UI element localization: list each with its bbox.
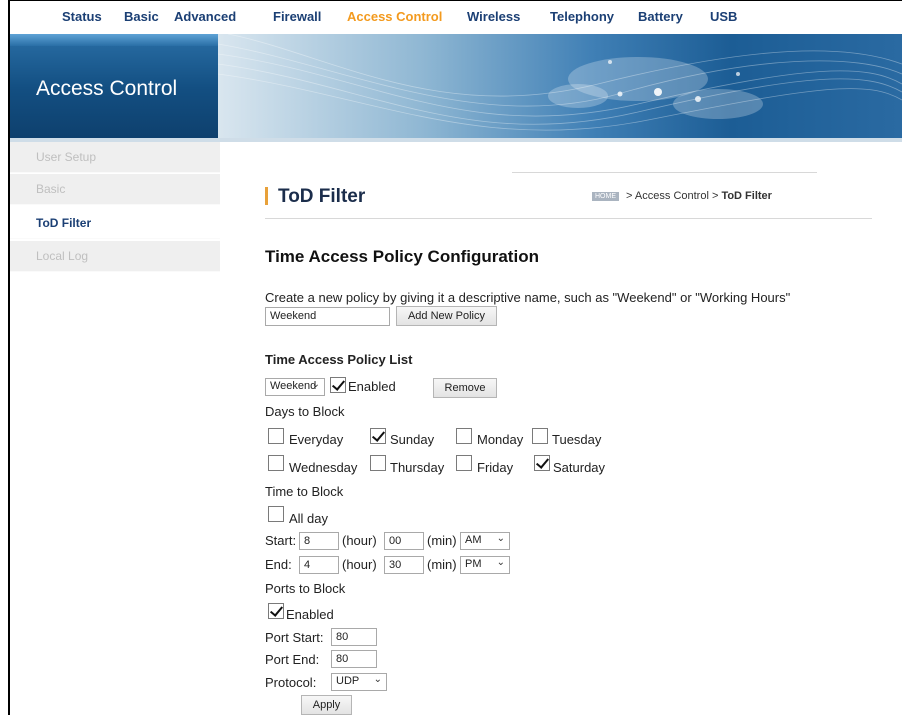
breadcrumb-divider: [512, 172, 817, 173]
day-sunday-checkbox[interactable]: [370, 428, 386, 444]
nav-battery[interactable]: Battery: [638, 9, 683, 24]
day-everyday-label: Everyday: [289, 432, 344, 447]
end-hour-input[interactable]: 4: [299, 556, 339, 574]
day-tuesday-label: Tuesday: [552, 432, 602, 447]
chevron-down-icon: ⌄: [311, 379, 320, 390]
breadcrumb: HOME > Access Control > ToD Filter: [592, 190, 772, 202]
sidebar-item-label: User Setup: [36, 150, 97, 164]
section-title: Time Access Policy Configuration: [265, 247, 539, 266]
title-divider: [265, 218, 872, 219]
banner-wave-graphic: [218, 34, 902, 131]
start-hour-unit: (hour): [342, 533, 377, 548]
top-nav: Status Basic Advanced Firewall Access Co…: [10, 1, 902, 34]
day-friday-checkbox[interactable]: [456, 455, 472, 471]
policy-description: Create a new policy by giving it a descr…: [265, 290, 791, 305]
day-saturday-checkbox[interactable]: [534, 455, 550, 471]
port-end-input[interactable]: 80: [331, 650, 377, 668]
sidebar: User Setup Basic ToD Filter Local Log: [10, 142, 220, 715]
policy-select[interactable]: Weekend ⌄: [265, 378, 325, 396]
day-friday-label: Friday: [477, 460, 514, 475]
policy-list-title: Time Access Policy List: [265, 352, 413, 367]
nav-telephony[interactable]: Telephony: [550, 9, 614, 24]
end-hour-unit: (hour): [342, 557, 377, 572]
breadcrumb-current: ToD Filter: [721, 190, 772, 202]
sidebar-item-basic[interactable]: Basic: [10, 174, 220, 205]
add-new-policy-button[interactable]: Add New Policy: [396, 306, 497, 326]
day-tuesday-checkbox[interactable]: [532, 428, 548, 444]
policy-name-input[interactable]: Weekend: [265, 307, 390, 326]
policy-enabled-label: Enabled: [348, 379, 396, 394]
banner-world-map-image: [218, 34, 902, 142]
end-min-input[interactable]: 30: [384, 556, 424, 574]
end-ampm-value: PM: [465, 558, 482, 570]
all-day-label: All day: [289, 511, 329, 526]
day-wednesday-checkbox[interactable]: [268, 455, 284, 471]
nav-access-control[interactable]: Access Control: [347, 9, 442, 24]
sidebar-item-local-log[interactable]: Local Log: [10, 241, 220, 272]
sidebar-item-label: ToD Filter: [36, 216, 92, 230]
protocol-label: Protocol:: [265, 675, 317, 690]
start-ampm-select[interactable]: AM ⌄: [460, 532, 510, 550]
nav-basic[interactable]: Basic: [124, 9, 159, 24]
start-time-label: Start:: [265, 533, 297, 548]
sidebar-item-label: Basic: [36, 182, 66, 196]
banner-shine: [10, 34, 218, 46]
start-min-unit: (min): [427, 533, 457, 548]
day-thursday-label: Thursday: [390, 460, 445, 475]
ports-enabled-label: Enabled: [286, 607, 334, 622]
header-banner: Access Control: [10, 34, 902, 142]
page-title: ToD Filter: [278, 186, 366, 207]
time-to-block-label: Time to Block: [265, 484, 344, 499]
sidebar-item-user-setup[interactable]: User Setup: [10, 142, 220, 173]
port-start-input[interactable]: 80: [331, 628, 377, 646]
chevron-down-icon: ⌄: [496, 533, 505, 544]
protocol-value: UDP: [336, 675, 360, 687]
start-min-input[interactable]: 00: [384, 532, 424, 550]
end-ampm-select[interactable]: PM ⌄: [460, 556, 510, 574]
chevron-down-icon: ⌄: [373, 674, 382, 685]
day-wednesday-label: Wednesday: [289, 460, 358, 475]
port-end-label: Port End:: [265, 652, 320, 667]
end-time-label: End:: [265, 557, 292, 572]
nav-usb[interactable]: USB: [710, 9, 737, 24]
port-start-label: Port Start:: [265, 630, 324, 645]
end-min-unit: (min): [427, 557, 457, 572]
start-hour-input[interactable]: 8: [299, 532, 339, 550]
protocol-select[interactable]: UDP ⌄: [331, 673, 387, 691]
day-everyday-checkbox[interactable]: [268, 428, 284, 444]
nav-status[interactable]: Status: [62, 9, 102, 24]
banner-title: Access Control: [36, 77, 178, 100]
day-sunday-label: Sunday: [390, 432, 435, 447]
sidebar-item-tod-filter[interactable]: ToD Filter: [10, 208, 220, 239]
banner-title-block: Access Control: [10, 34, 218, 142]
policy-select-value: Weekend: [270, 380, 317, 392]
day-monday-label: Monday: [477, 432, 524, 447]
all-day-checkbox[interactable]: [268, 506, 284, 522]
breadcrumb-path: > Access Control >: [623, 190, 722, 202]
home-link[interactable]: HOME: [592, 192, 619, 201]
nav-firewall[interactable]: Firewall: [273, 9, 321, 24]
apply-button[interactable]: Apply: [301, 695, 352, 715]
remove-policy-button[interactable]: Remove: [433, 378, 497, 398]
day-saturday-label: Saturday: [553, 460, 606, 475]
ports-to-block-label: Ports to Block: [265, 581, 346, 596]
start-ampm-value: AM: [465, 534, 482, 546]
chevron-down-icon: ⌄: [496, 557, 505, 568]
ports-enabled-checkbox[interactable]: [268, 603, 284, 619]
nav-wireless[interactable]: Wireless: [467, 9, 520, 24]
day-monday-checkbox[interactable]: [456, 428, 472, 444]
days-to-block-label: Days to Block: [265, 404, 345, 419]
policy-enabled-checkbox[interactable]: [330, 377, 346, 393]
nav-advanced[interactable]: Advanced: [174, 9, 236, 24]
sidebar-item-label: Local Log: [36, 249, 89, 263]
page-title-accent: [265, 187, 268, 205]
day-thursday-checkbox[interactable]: [370, 455, 386, 471]
